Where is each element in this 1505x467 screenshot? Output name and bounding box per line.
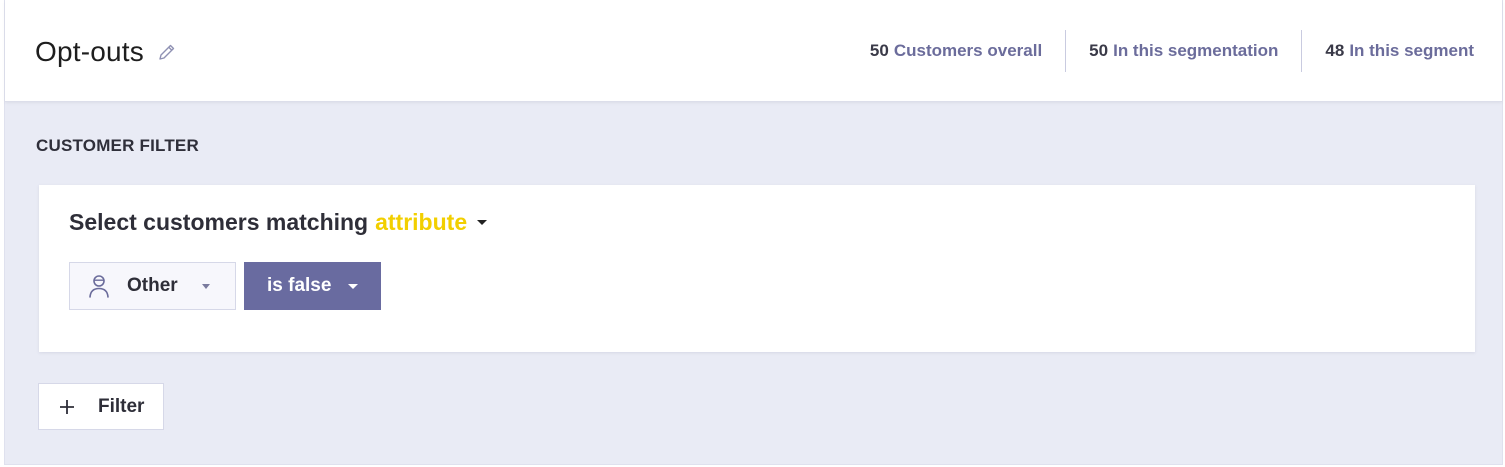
person-icon [87, 273, 111, 299]
filter-type-selector[interactable]: attribute [375, 209, 467, 236]
condition-dropdown[interactable]: is false [244, 262, 381, 310]
section-title: CUSTOMER FILTER [36, 136, 199, 155]
attribute-dropdown[interactable]: Other [69, 262, 236, 310]
attribute-label: Other [127, 275, 178, 296]
add-filter-label: Filter [98, 395, 145, 417]
plus-icon [58, 398, 76, 416]
filter-heading-text: Select customers matching [69, 209, 369, 235]
stat-label: In this segmentation [1113, 41, 1279, 60]
chevron-down-icon[interactable] [477, 220, 488, 225]
stat-in-segment[interactable]: 48 In this segment [1301, 30, 1502, 72]
segment-stats: 50 Customers overall 50 In this segmenta… [847, 30, 1502, 72]
page-title: Opt-outs [35, 36, 144, 67]
title-area: Opt-outs [35, 30, 178, 74]
filter-card: Select customers matching attribute Othe… [39, 185, 1475, 352]
segment-header: Opt-outs 50 Customers overall 50 In this… [5, 0, 1502, 102]
stat-count: 48 [1325, 41, 1345, 60]
stat-customers-overall[interactable]: 50 Customers overall [847, 30, 1065, 72]
stat-count: 50 [1089, 41, 1109, 60]
segment-panel: Opt-outs 50 Customers overall 50 In this… [4, 0, 1503, 465]
stat-label: In this segment [1349, 41, 1474, 60]
condition-label: is false [267, 275, 332, 296]
pencil-icon[interactable] [156, 41, 178, 63]
chevron-down-icon [201, 283, 210, 289]
stat-label: Customers overall [893, 41, 1043, 60]
filter-heading: Select customers matching attribute [69, 209, 488, 236]
add-filter-button[interactable]: Filter [38, 383, 164, 430]
chevron-down-icon [348, 283, 359, 289]
stat-in-segmentation[interactable]: 50 In this segmentation [1065, 30, 1301, 72]
stat-count: 50 [869, 41, 889, 60]
